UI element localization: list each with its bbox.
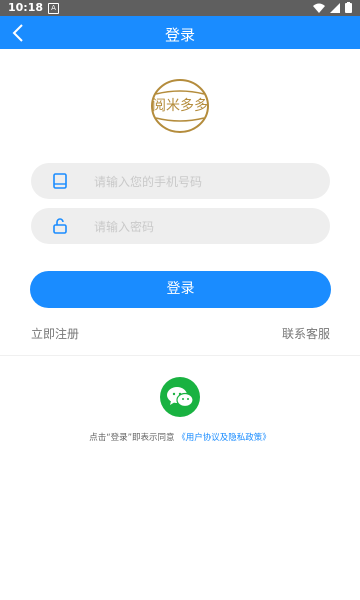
app-logo: 阅米多多 xyxy=(144,78,216,134)
contact-support-link[interactable]: 联系客服 xyxy=(282,325,330,342)
phone-input-placeholder: 请输入您的手机号码 xyxy=(94,175,203,189)
policy-link[interactable]: 《用户协议及隐私政策》 xyxy=(177,433,271,443)
signal-icon xyxy=(330,2,340,13)
wifi-icon xyxy=(313,3,325,13)
register-link[interactable]: 立即注册 xyxy=(31,325,79,342)
password-input-placeholder: 请输入密码 xyxy=(94,220,155,234)
login-button[interactable]: 登录 xyxy=(30,271,331,308)
status-bar: 10:18 A xyxy=(0,0,360,16)
battery-icon xyxy=(345,2,352,13)
page-title: 登录 xyxy=(164,26,195,44)
phone-icon xyxy=(53,173,67,189)
divider xyxy=(0,355,360,356)
lock-icon xyxy=(53,218,67,234)
logo-text: 阅米多多 xyxy=(152,97,208,114)
status-time: 10:18 xyxy=(8,1,44,14)
password-input[interactable]: 请输入密码 xyxy=(31,208,330,244)
agreement-prefix: 点击“登录”即表示同意 xyxy=(89,433,175,443)
phone-input[interactable]: 请输入您的手机号码 xyxy=(31,163,330,199)
wechat-icon xyxy=(167,387,194,408)
agreement-text: 点击“登录”即表示同意 《用户协议及隐私政策》 xyxy=(0,431,360,443)
app-bar: 登录 xyxy=(0,16,360,49)
wechat-login-button[interactable] xyxy=(160,377,200,417)
app-notification-icon: A xyxy=(48,3,59,14)
status-indicators xyxy=(313,2,352,13)
